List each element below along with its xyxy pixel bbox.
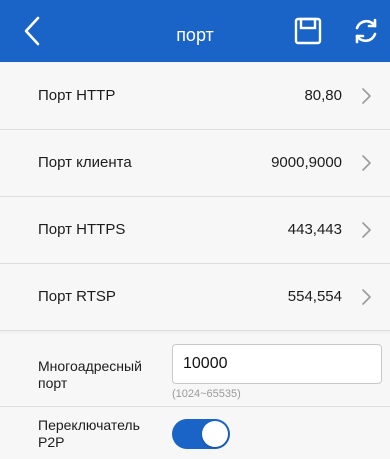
chevron-right-icon [362, 289, 371, 305]
save-floppy-icon [294, 17, 322, 45]
refresh-icon [355, 18, 377, 44]
port-label: Порт RTSP [38, 288, 116, 305]
refresh-button[interactable] [348, 0, 384, 62]
p2p-row: Переключатель P2P [0, 407, 390, 459]
port-value: 554,554 [287, 288, 342, 305]
multicast-port-range-hint: (1024~65535) [172, 388, 241, 400]
save-button[interactable] [290, 0, 326, 62]
header-bar: порт [0, 0, 390, 62]
port-row-client[interactable]: Порт клиента 9000,9000 [0, 130, 390, 197]
page-title: порт [176, 25, 214, 45]
port-value: 9000,9000 [271, 154, 342, 171]
port-label: Порт HTTP [38, 87, 116, 104]
port-label: Порт HTTPS [38, 221, 126, 238]
port-value: 443,443 [287, 221, 342, 238]
multicast-port-row: Многоадресный порт (1024~65535) [0, 334, 390, 407]
chevron-right-icon [362, 88, 371, 104]
port-value: 80,80 [304, 87, 342, 104]
port-row-https[interactable]: Порт HTTPS 443,443 [0, 197, 390, 264]
chevron-right-icon [362, 222, 371, 238]
chevron-right-icon [362, 155, 371, 171]
multicast-port-label: Многоадресный порт [38, 358, 142, 391]
p2p-label: Переключатель P2P [38, 417, 140, 450]
port-label: Порт клиента [38, 154, 132, 171]
p2p-toggle[interactable] [172, 419, 230, 449]
toggle-knob [202, 421, 228, 447]
multicast-port-input[interactable] [172, 344, 382, 384]
port-row-http[interactable]: Порт HTTP 80,80 [0, 63, 390, 130]
port-row-rtsp[interactable]: Порт RTSP 554,554 [0, 264, 390, 331]
